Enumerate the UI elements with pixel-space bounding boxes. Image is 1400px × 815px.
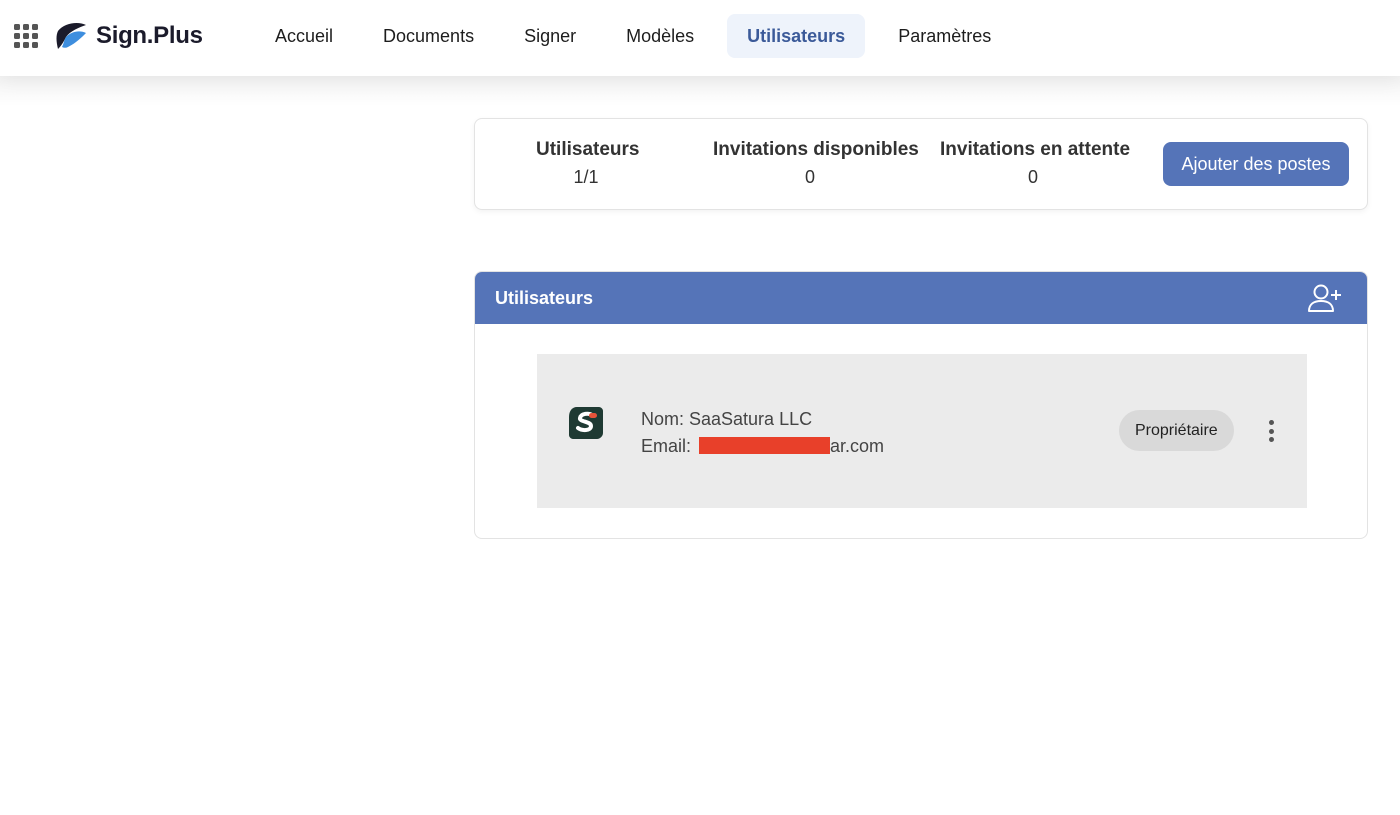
user-email-label: Email: <box>641 436 697 456</box>
user-email-suffix: ar.com <box>830 436 885 456</box>
stat-available-label: Invitations disponibles <box>713 139 919 160</box>
user-list-item: Nom: SaaSatura LLC Email: ar.com Proprié… <box>537 354 1307 508</box>
brand-name: Sign.Plus <box>96 22 203 49</box>
stat-available-invitations: Invitations disponibles 0 <box>713 139 919 188</box>
stat-users-value: 1/1 <box>573 167 599 187</box>
nav-item-accueil[interactable]: Accueil <box>258 14 350 58</box>
top-navbar: Sign.Plus Accueil Documents Signer Modèl… <box>0 0 1400 76</box>
nav-item-signer[interactable]: Signer <box>507 14 593 58</box>
main-nav: Accueil Documents Signer Modèles Utilisa… <box>258 14 1024 58</box>
add-user-icon[interactable] <box>1307 283 1343 313</box>
stat-pending-value: 0 <box>1027 167 1038 187</box>
user-email: Email: ar.com <box>641 433 884 460</box>
stat-pending-invitations: Invitations en attente 0 <box>940 139 1131 188</box>
users-panel: Utilisateurs Nom: SaaSatura LLC Email: a… <box>474 271 1368 539</box>
nav-item-documents[interactable]: Documents <box>366 14 491 58</box>
signplus-logo-icon <box>56 23 86 49</box>
seat-stats-card: Utilisateurs 1/1 Invitations disponibles… <box>474 118 1368 210</box>
stat-users-label: Utilisateurs <box>536 139 640 160</box>
user-info: Nom: SaaSatura LLC Email: ar.com <box>641 406 884 460</box>
user-name: Nom: SaaSatura LLC <box>641 409 813 429</box>
nav-item-utilisateurs[interactable]: Utilisateurs <box>727 14 866 58</box>
more-vertical-icon[interactable] <box>1264 418 1278 444</box>
email-redaction <box>699 437 831 454</box>
nav-item-modeles[interactable]: Modèles <box>609 14 711 58</box>
stat-available-value: 0 <box>804 167 815 187</box>
header-shadow <box>0 76 1400 106</box>
brand-logo[interactable]: Sign.Plus <box>56 20 203 52</box>
stat-pending-label: Invitations en attente <box>940 139 1131 160</box>
role-badge: Propriétaire <box>1119 410 1234 451</box>
nav-item-parametres[interactable]: Paramètres <box>881 14 1008 58</box>
saasatura-logo-icon <box>569 407 603 439</box>
apps-grid-icon[interactable] <box>14 24 38 48</box>
users-panel-header: Utilisateurs <box>475 272 1367 324</box>
add-seats-button[interactable]: Ajouter des postes <box>1163 142 1349 186</box>
users-panel-title: Utilisateurs <box>495 287 594 308</box>
stat-users: Utilisateurs 1/1 <box>536 139 640 188</box>
